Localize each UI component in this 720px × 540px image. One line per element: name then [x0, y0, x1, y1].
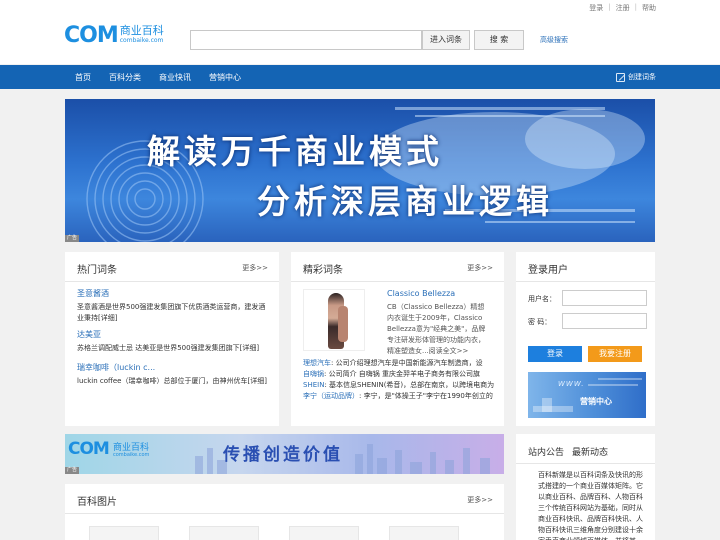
nav-item-home[interactable]: 首页: [75, 72, 91, 83]
search-button[interactable]: 搜 索: [474, 30, 524, 50]
featured-row-text: : 公司介绍理想汽车是中国新能源汽车制造商，设: [331, 359, 483, 367]
search-input[interactable]: [191, 31, 421, 49]
list-item: 李宁（运动品牌）: 李宁，是"体操王子"李宁在1990年创立的: [303, 391, 495, 402]
pictures-more-link[interactable]: 更多>>: [467, 495, 493, 505]
pictures-header: 百科图片 更多>>: [65, 484, 504, 514]
list-item: 自嗨锅: 公司简介 自嗨锅 重庆金羿羊电子商务有限公司旗: [303, 369, 495, 380]
header: COM 商业百科 combaike.com 进入词条 搜 索 高级搜索: [0, 16, 720, 64]
marketing-banner-art: [533, 378, 642, 412]
password-field[interactable]: [563, 314, 646, 328]
hot-entry-desc: luckin coffee（瑞幸咖啡）总部位于厦门，由神州优车[详细]: [77, 377, 267, 385]
featured-entries-title: 精彩词条: [303, 265, 343, 276]
tab-announcements[interactable]: 站内公告: [528, 445, 564, 458]
featured-row-link[interactable]: 理想汽车: [303, 359, 331, 367]
top-links: 登录 | 注册 | 帮助: [589, 3, 656, 13]
logo-en-text: combaike.com: [119, 37, 164, 44]
slogan-logo-en: combaike.com: [113, 452, 150, 458]
edit-icon: [616, 72, 625, 82]
hot-entry-link[interactable]: 达美亚: [77, 330, 101, 339]
password-field-box[interactable]: [562, 313, 647, 329]
create-entry-link[interactable]: 创建词条: [616, 72, 656, 82]
featured-entries-more-link[interactable]: 更多>>: [467, 263, 493, 273]
featured-row-text: : 基本信息SHENIN(希音)，总部在南京，以跨境电商为: [324, 381, 495, 389]
logo-cn-text: 商业百科: [119, 24, 164, 37]
top-login-link[interactable]: 登录: [589, 3, 603, 13]
list-item: 圣意酱酒 圣意酱酒是世界500强建发集团旗下优质酒类运营商，建发酒业秉持[详细]: [77, 288, 272, 324]
featured-row-link[interactable]: SHEIN: [303, 381, 324, 389]
featured-row-text: : 李宁，是"体操王子"李宁在1990年创立的: [359, 392, 493, 400]
slogan-text: 传播创造价值: [223, 445, 343, 465]
hot-entry-link[interactable]: 瑞幸咖啡（luckin c...: [77, 363, 155, 372]
hot-entries-card: 热门词条 更多>> 圣意酱酒 圣意酱酒是世界500强建发集团旗下优质酒类运营商，…: [65, 252, 279, 426]
featured-row-text: : 公司简介 自嗨锅 重庆金羿羊电子商务有限公司旗: [324, 370, 481, 378]
pictures-card: 百科图片 更多>>: [65, 484, 504, 540]
featured-entries-card: 精彩词条 更多>> Classico Bellezza CB（Classico …: [291, 252, 504, 426]
ad-tag: 广告: [65, 467, 80, 474]
featured-entry-image[interactable]: [303, 289, 365, 351]
nav-item-news[interactable]: 商业快讯: [159, 72, 191, 83]
top-separator: |: [608, 3, 611, 11]
login-title: 登录用户: [528, 265, 568, 276]
notice-tabs: 站内公告 最新动态: [528, 445, 608, 458]
featured-entries-list: 理想汽车: 公司介绍理想汽车是中国新能源汽车制造商，设 自嗨锅: 公司简介 自嗨…: [303, 358, 495, 402]
list-item: 理想汽车: 公司介绍理想汽车是中国新能源汽车制造商，设: [303, 358, 495, 369]
slogan-logo-com: COM: [68, 439, 110, 459]
list-item: 达美亚 苏格兰调配威士忌 达美亚是世界500强建发集团旗下[详细]: [77, 329, 272, 354]
list-item: 瑞幸咖啡（luckin c... luckin coffee（瑞幸咖啡）总部位于…: [77, 362, 272, 387]
hot-entry-desc: 圣意酱酒是世界500强建发集团旗下优质酒类运营商，建发酒业秉持[详细]: [77, 303, 266, 322]
hot-entries-more-link[interactable]: 更多>>: [242, 263, 268, 273]
featured-row-link[interactable]: 李宁（运动品牌）: [303, 392, 359, 400]
featured-entry-link[interactable]: Classico Bellezza: [387, 289, 455, 298]
advanced-search-link[interactable]: 高级搜索: [540, 35, 568, 45]
logo-com-text: COM: [64, 23, 119, 48]
notice-body-text: 百科新媒是以百科词条及快讯的形式搭建的一个商业百媒体矩阵。它以商业百科、品牌百科…: [538, 471, 643, 540]
featured-entries-header: 精彩词条 更多>>: [291, 252, 504, 282]
nav-item-categories[interactable]: 百科分类: [109, 72, 141, 83]
featured-row-link[interactable]: 自嗨锅: [303, 370, 324, 378]
top-register-link[interactable]: 注册: [616, 3, 630, 13]
banner-headline-1: 解读万千商业模式: [147, 132, 443, 171]
login-card: 登录用户 用户名： 密 码： 登录 我要注册 WWW. 营销中心: [516, 252, 655, 426]
marketing-center-banner[interactable]: WWW. 营销中心: [528, 372, 646, 418]
password-label: 密 码：: [528, 318, 552, 326]
picture-thumbnail[interactable]: [189, 526, 259, 540]
username-field[interactable]: [563, 291, 646, 305]
username-field-box[interactable]: [562, 290, 647, 306]
search-box[interactable]: [190, 30, 422, 50]
nav-item-marketing[interactable]: 营销中心: [209, 72, 241, 83]
marketing-center-label: 营销中心: [580, 397, 612, 406]
nav-items: 首页 百科分类 商业快讯 营销中心: [75, 65, 241, 89]
hot-entry-link[interactable]: 圣意酱酒: [77, 289, 109, 298]
tab-latest-news[interactable]: 最新动态: [572, 445, 608, 458]
enter-entry-button[interactable]: 进入词条: [422, 30, 470, 50]
create-entry-label: 创建词条: [628, 73, 656, 81]
hot-entries-title: 热门词条: [77, 265, 117, 276]
register-button[interactable]: 我要注册: [588, 346, 642, 362]
ad-tag: 广告: [65, 235, 80, 242]
top-help-link[interactable]: 帮助: [642, 3, 656, 13]
hot-entries-header: 热门词条 更多>>: [65, 252, 279, 282]
notice-header: 站内公告 最新动态: [516, 434, 655, 464]
picture-thumbnail[interactable]: [289, 526, 359, 540]
hero-banner[interactable]: 解读万千商业模式 分析深层商业逻辑 广告: [65, 99, 655, 242]
list-item: SHEIN: 基本信息SHENIN(希音)，总部在南京，以跨境电商为: [303, 380, 495, 391]
picture-thumbnail[interactable]: [389, 526, 459, 540]
pictures-title: 百科图片: [77, 497, 117, 508]
slogan-banner[interactable]: COM 商业百科 combaike.com 传播创造价值 广告: [65, 434, 504, 474]
picture-thumbnail[interactable]: [89, 526, 159, 540]
banner-headline-2: 分析深层商业逻辑: [257, 182, 553, 221]
marketing-www-text: WWW.: [558, 380, 585, 388]
featured-image-figure: [338, 306, 348, 342]
login-button[interactable]: 登录: [528, 346, 582, 362]
notice-card: 站内公告 最新动态 百科新媒是以百科词条及快讯的形式搭建的一个商业百媒体矩阵。它…: [516, 434, 655, 540]
main-nav: 首页 百科分类 商业快讯 营销中心 创建词条: [0, 65, 720, 89]
login-header: 登录用户: [516, 252, 655, 282]
featured-entry-desc: CB（Classico Bellezza）精想内衣诞生于2009年，Classi…: [387, 303, 486, 355]
hot-entry-desc: 苏格兰调配威士忌 达美亚是世界500强建发集团旗下[详细]: [77, 344, 260, 352]
username-label: 用户名：: [528, 295, 556, 303]
top-bar: 登录 | 注册 | 帮助: [0, 0, 720, 16]
site-logo[interactable]: COM 商业百科 combaike.com: [64, 24, 164, 48]
top-separator: |: [634, 3, 637, 11]
